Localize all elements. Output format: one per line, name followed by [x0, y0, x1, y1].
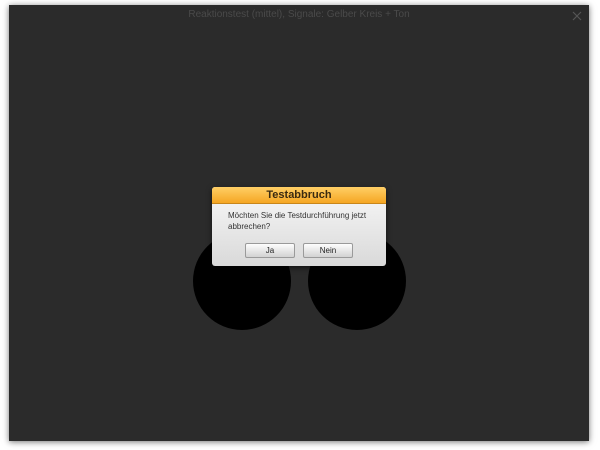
dialog-button-row: Ja Nein [212, 243, 386, 259]
dialog-message: Möchten Sie die Testdurchführung jetzt a… [228, 211, 367, 231]
no-button[interactable]: Nein [303, 243, 353, 258]
close-icon[interactable] [570, 9, 584, 23]
yes-button[interactable]: Ja [245, 243, 295, 258]
test-window: Reaktionstest (mittel), Signale: Gelber … [9, 5, 589, 441]
dialog-title: Testabbruch [212, 187, 386, 204]
window-title: Reaktionstest (mittel), Signale: Gelber … [188, 9, 410, 20]
abort-dialog: Testabbruch Möchten Sie die Testdurchfüh… [212, 187, 386, 266]
